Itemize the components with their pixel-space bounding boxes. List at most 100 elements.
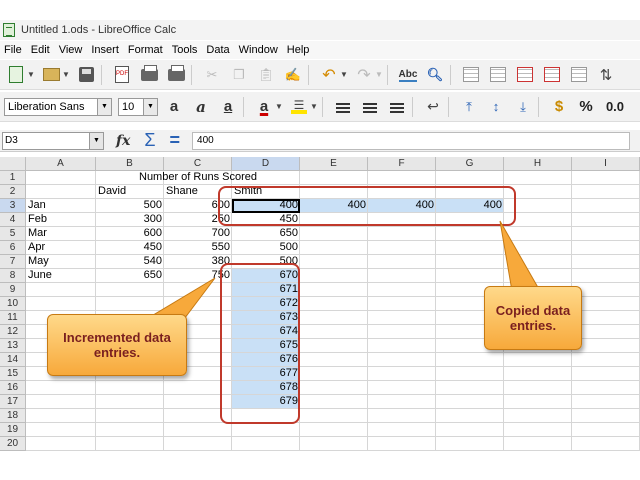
italic-button[interactable]: a [190, 96, 212, 118]
wrap-text-button[interactable]: ↩ [422, 96, 444, 118]
cell-a17[interactable] [26, 395, 96, 409]
cell-h7[interactable] [504, 255, 572, 269]
menu-edit[interactable]: Edit [27, 44, 55, 56]
cell-e16[interactable] [300, 381, 368, 395]
column-header-b[interactable]: B [96, 157, 164, 171]
cell-g8[interactable] [436, 269, 504, 283]
column-header-h[interactable]: H [504, 157, 572, 171]
align-top-button[interactable]: ⤒ [458, 96, 480, 118]
cell-a18[interactable] [26, 409, 96, 423]
undo-button[interactable]: ↶ [318, 64, 340, 86]
cell-e5[interactable] [300, 227, 368, 241]
font-color-dropdown-arrow[interactable]: ▼ [275, 96, 283, 118]
chevron-down-icon[interactable]: ▼ [97, 98, 111, 115]
spelling-button[interactable]: Abc [397, 64, 419, 86]
column-header-a[interactable]: A [26, 157, 96, 171]
cell-h8[interactable] [504, 269, 572, 283]
menu-format[interactable]: Format [124, 44, 168, 56]
cell-g20[interactable] [436, 437, 504, 451]
cell-e4[interactable] [300, 213, 368, 227]
cell-h5[interactable] [504, 227, 572, 241]
cell-h19[interactable] [504, 423, 572, 437]
cell-c20[interactable] [164, 437, 232, 451]
cell-g15[interactable] [436, 367, 504, 381]
cell-e13[interactable] [300, 339, 368, 353]
menu-insert[interactable]: Insert [87, 44, 124, 56]
row-header-3[interactable]: 3 [0, 199, 26, 213]
cell-f14[interactable] [368, 353, 436, 367]
row-header-20[interactable]: 20 [0, 437, 26, 451]
cell-b20[interactable] [96, 437, 164, 451]
font-name-box[interactable]: Liberation Sans ▼ [4, 97, 112, 116]
cell-i11[interactable] [572, 311, 640, 325]
cell-c16[interactable] [164, 381, 232, 395]
cell-h4[interactable] [504, 213, 572, 227]
cell-d18[interactable] [232, 409, 300, 423]
row-header-15[interactable]: 15 [0, 367, 26, 381]
cell-i12[interactable] [572, 325, 640, 339]
cell-g6[interactable] [436, 241, 504, 255]
cell-i2[interactable] [572, 185, 640, 199]
cell-f11[interactable] [368, 311, 436, 325]
cell-i8[interactable] [572, 269, 640, 283]
cell-e11[interactable] [300, 311, 368, 325]
cell-e20[interactable] [300, 437, 368, 451]
cell-i9[interactable] [572, 283, 640, 297]
menu-help[interactable]: Help [283, 44, 315, 56]
sort-button[interactable]: ⇅ [595, 64, 617, 86]
cell-h15[interactable] [504, 367, 572, 381]
row-header-8[interactable]: 8 [0, 269, 26, 283]
clone-formatting-button[interactable]: ✍ [282, 64, 304, 86]
sum-icon[interactable]: Σ [144, 130, 155, 151]
undo-dropdown-arrow[interactable]: ▼ [340, 64, 348, 86]
row-header-11[interactable]: 11 [0, 311, 26, 325]
export-pdf-button[interactable] [111, 64, 133, 86]
column-header-i[interactable]: I [572, 157, 640, 171]
cell-a1[interactable] [26, 171, 96, 185]
save-button[interactable] [75, 64, 97, 86]
column-header-g[interactable]: G [436, 157, 504, 171]
align-center-button[interactable] [359, 96, 381, 118]
cell-f12[interactable] [368, 325, 436, 339]
cell-i15[interactable] [572, 367, 640, 381]
cell-f20[interactable] [368, 437, 436, 451]
cell-i6[interactable] [572, 241, 640, 255]
decimal-button[interactable]: 0.0 [602, 96, 628, 118]
cell-f19[interactable] [368, 423, 436, 437]
cell-b10[interactable] [96, 297, 164, 311]
function-wizard-icon[interactable]: fx [116, 133, 130, 149]
print-preview-button[interactable] [165, 64, 187, 86]
cell-i19[interactable] [572, 423, 640, 437]
cut-button[interactable]: ✂ [201, 64, 223, 86]
cell-i1[interactable] [572, 171, 640, 185]
open-dropdown-arrow[interactable]: ▼ [62, 64, 70, 86]
cell-f6[interactable] [368, 241, 436, 255]
cell-i4[interactable] [572, 213, 640, 227]
spreadsheet-grid[interactable]: A B C D E F G H I 1 2 3 4 5 6 7 8 9 10 11 12 13 14 15 16 17 18 19 20… [0, 157, 640, 459]
cell-e17[interactable] [300, 395, 368, 409]
new-dropdown-arrow[interactable]: ▼ [27, 64, 35, 86]
cell-e7[interactable] [300, 255, 368, 269]
row-header-6[interactable]: 6 [0, 241, 26, 255]
cell-i3[interactable] [572, 199, 640, 213]
cell-b9[interactable] [96, 283, 164, 297]
cell-f1[interactable] [368, 171, 436, 185]
cell-g18[interactable] [436, 409, 504, 423]
column-header-e[interactable]: E [300, 157, 368, 171]
cell-h6[interactable] [504, 241, 572, 255]
cell-i10[interactable] [572, 297, 640, 311]
cell-a19[interactable] [26, 423, 96, 437]
cell-e10[interactable] [300, 297, 368, 311]
cell-c17[interactable] [164, 395, 232, 409]
cell-f2[interactable] [368, 185, 436, 199]
underline-button[interactable]: a [217, 96, 239, 118]
row-header-19[interactable]: 19 [0, 423, 26, 437]
freeze-button[interactable] [568, 64, 590, 86]
cell-e14[interactable] [300, 353, 368, 367]
formula-equals-icon[interactable]: = [170, 130, 181, 151]
cell-a2[interactable] [26, 185, 96, 199]
cell-f4[interactable] [368, 213, 436, 227]
cell-h3[interactable] [504, 199, 572, 213]
insert-table-button[interactable] [514, 64, 536, 86]
cell-f10[interactable] [368, 297, 436, 311]
